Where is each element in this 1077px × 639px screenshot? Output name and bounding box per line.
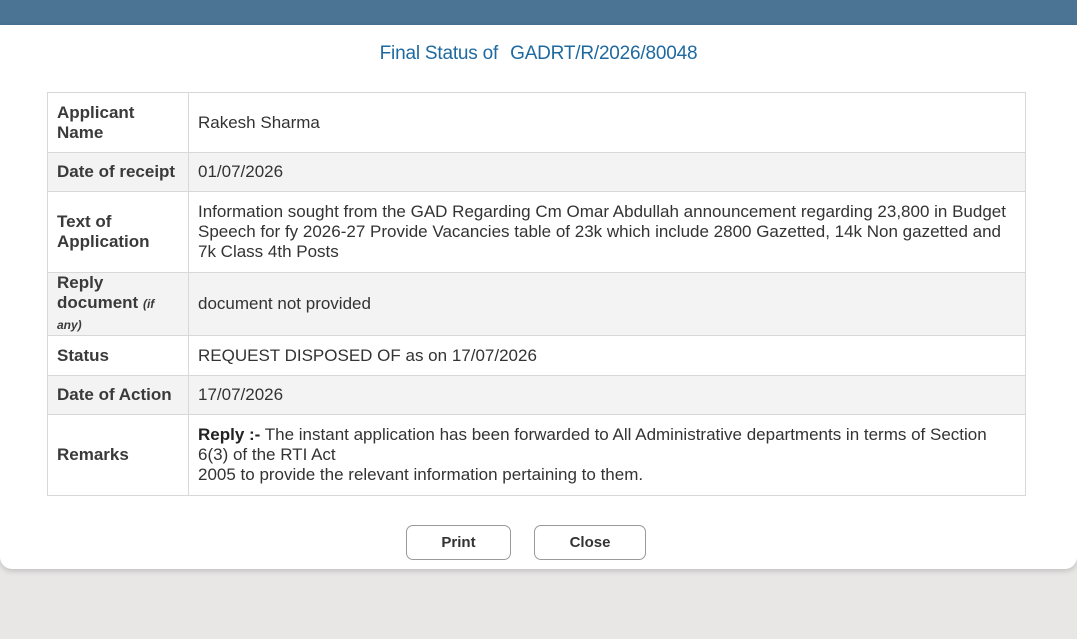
- remarks-text-1: The instant application has been forward…: [198, 425, 987, 464]
- table-row-reply-document: Reply document (if any) document not pro…: [47, 272, 1026, 336]
- table-row-text-of-application: Text of Application Information sought f…: [47, 191, 1026, 273]
- table-row-status: Status REQUEST DISPOSED OF as on 17/07/2…: [47, 335, 1026, 376]
- reply-document-label-cell: Reply document (if any): [47, 272, 189, 336]
- print-button[interactable]: Print: [406, 525, 511, 560]
- reply-document-label: Reply document: [57, 273, 139, 312]
- remarks-line-2: 2005 to provide the relevant information…: [198, 465, 644, 484]
- text-of-application-value: Information sought from the GAD Regardin…: [188, 191, 1026, 273]
- date-of-action-label: Date of Action: [47, 375, 189, 415]
- remarks-line-1: Reply :- The instant application has bee…: [198, 425, 1016, 465]
- table-row-remarks: Remarks Reply :- The instant application…: [47, 414, 1026, 496]
- date-of-action-value: 17/07/2026: [188, 375, 1026, 415]
- status-value: REQUEST DISPOSED OF as on 17/07/2026: [188, 335, 1026, 376]
- date-of-receipt-label: Date of receipt: [47, 152, 189, 192]
- dialog-title: Final Status of GADRT/R/2026/80048: [0, 43, 1077, 65]
- page-header-bar: [0, 0, 1077, 25]
- remarks-label: Remarks: [47, 414, 189, 496]
- applicant-name-label: Applicant Name: [47, 92, 189, 153]
- status-table: Applicant Name Rakesh Sharma Date of rec…: [47, 92, 1026, 496]
- date-of-receipt-value: 01/07/2026: [188, 152, 1026, 192]
- reply-prefix: Reply :-: [198, 425, 261, 444]
- table-row-applicant-name: Applicant Name Rakesh Sharma: [47, 92, 1026, 153]
- text-of-application-label: Text of Application: [47, 191, 189, 273]
- applicant-name-value: Rakesh Sharma: [188, 92, 1026, 153]
- dialog-title-prefix: Final Status of: [379, 43, 499, 64]
- request-id: GADRT/R/2026/80048: [510, 43, 698, 64]
- remarks-value: Reply :- The instant application has bee…: [188, 414, 1026, 496]
- status-label: Status: [47, 335, 189, 376]
- table-row-date-of-receipt: Date of receipt 01/07/2026: [47, 152, 1026, 192]
- table-row-date-of-action: Date of Action 17/07/2026: [47, 375, 1026, 415]
- reply-document-value: document not provided: [188, 272, 1026, 336]
- close-button[interactable]: Close: [534, 525, 646, 560]
